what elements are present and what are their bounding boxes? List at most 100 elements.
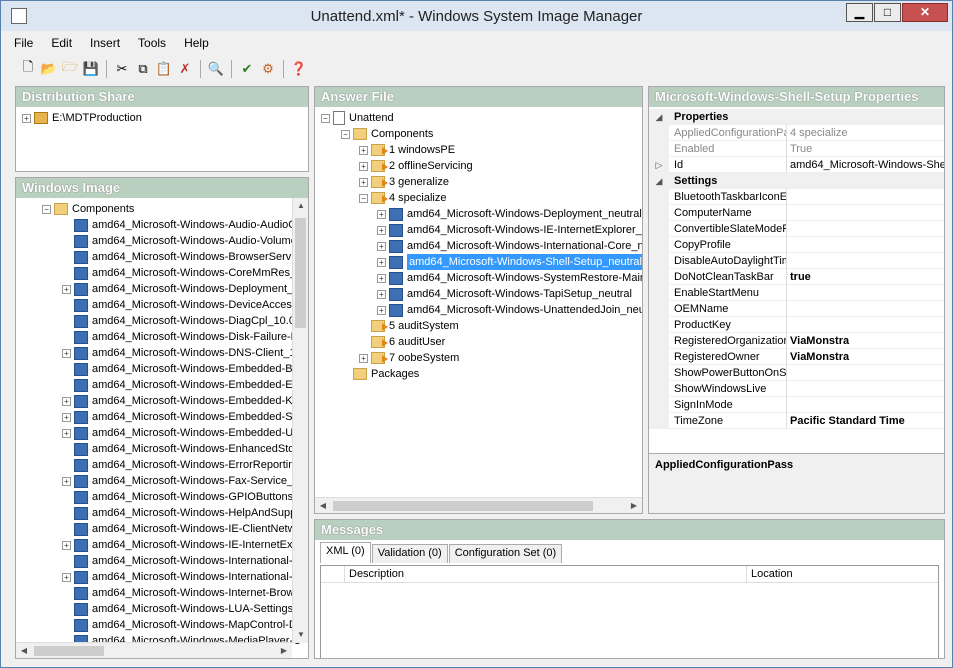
expand-icon[interactable]: + xyxy=(62,284,71,294)
component-item[interactable]: amd64_Microsoft-Windows-EnhancedSto xyxy=(62,441,308,457)
horizontal-scrollbar[interactable]: ◀ ▶ xyxy=(315,497,642,513)
component-item[interactable]: amd64_Microsoft-Windows-MapControl-D xyxy=(62,617,308,633)
pass-node[interactable]: − 4 specialize xyxy=(359,190,642,206)
unattend-root[interactable]: − Unattend xyxy=(321,110,642,126)
pass-node[interactable]: +7 oobeSystem xyxy=(359,350,642,366)
expand-icon[interactable]: + xyxy=(22,113,31,123)
component-item[interactable]: + amd64_Microsoft-Windows-International-C xyxy=(62,569,308,585)
property-row[interactable]: EnableStartMenu xyxy=(649,285,944,301)
property-value[interactable] xyxy=(787,317,944,333)
property-value[interactable]: 4 specialize xyxy=(787,125,944,141)
scroll-up-icon[interactable]: ▲ xyxy=(293,198,308,214)
menu-tools[interactable]: Tools xyxy=(129,34,175,54)
property-value[interactable] xyxy=(787,253,944,269)
expand-icon[interactable]: + xyxy=(377,289,386,299)
component-item[interactable]: + amd64_Microsoft-Windows-DNS-Client_1 xyxy=(62,345,308,361)
property-row[interactable]: TimeZone Pacific Standard Time xyxy=(649,413,944,429)
property-row[interactable]: Enabled True xyxy=(649,141,944,157)
pass-node[interactable]: +2 offlineServicing xyxy=(359,158,642,174)
property-row[interactable]: CopyProfile xyxy=(649,237,944,253)
menu-file[interactable]: File xyxy=(5,34,42,54)
expand-icon[interactable]: + xyxy=(359,353,368,363)
cut-icon[interactable]: ✂ xyxy=(113,60,131,78)
menu-insert[interactable]: Insert xyxy=(81,34,129,54)
collapse-icon[interactable]: − xyxy=(359,193,368,203)
property-value[interactable] xyxy=(787,397,944,413)
expand-icon[interactable]: + xyxy=(359,145,368,155)
scroll-thumb[interactable] xyxy=(34,646,104,656)
collapse-icon[interactable]: − xyxy=(42,204,51,214)
open-folder-icon[interactable]: 🗁 xyxy=(61,59,79,78)
delete-icon[interactable]: ✗ xyxy=(176,60,194,78)
vertical-scrollbar[interactable]: ▲ ▼ xyxy=(292,198,308,643)
horizontal-scrollbar[interactable]: ◀ ▶ xyxy=(16,642,292,658)
scroll-right-icon[interactable]: ▶ xyxy=(276,643,292,658)
close-button[interactable]: ✕ xyxy=(902,3,948,22)
scroll-left-icon[interactable]: ◀ xyxy=(315,498,331,513)
component-item[interactable]: amd64_Microsoft-Windows-LUA-Settings_ xyxy=(62,601,308,617)
property-row[interactable]: DisableAutoDaylightTim xyxy=(649,253,944,269)
collapse-icon[interactable]: ◢ xyxy=(649,173,669,189)
expand-icon[interactable]: + xyxy=(377,305,386,315)
component-item[interactable]: amd64_Microsoft-Windows-Embedded-Er xyxy=(62,377,308,393)
component-item[interactable]: amd64_Microsoft-Windows-HelpAndSupp xyxy=(62,505,308,521)
help-icon[interactable]: ❓ xyxy=(290,60,308,78)
property-row[interactable]: OEMName xyxy=(649,301,944,317)
property-row[interactable]: ShowPowerButtonOnSta xyxy=(649,365,944,381)
answer-component-item[interactable]: + amd64_Microsoft-Windows-UnattendedJoin_… xyxy=(377,302,642,318)
scroll-thumb[interactable] xyxy=(295,218,306,328)
component-item[interactable]: + amd64_Microsoft-Windows-Fax-Service_ xyxy=(62,473,308,489)
component-item[interactable]: + amd64_Microsoft-Windows-Embedded-Ur xyxy=(62,425,308,441)
component-item[interactable]: amd64_Microsoft-Windows-ErrorReporting xyxy=(62,457,308,473)
answer-component-item[interactable]: + amd64_Microsoft-Windows-International-C… xyxy=(377,238,642,254)
pass-node[interactable]: 6 auditUser xyxy=(359,334,642,350)
property-value[interactable]: True xyxy=(787,141,944,157)
scroll-right-icon[interactable]: ▶ xyxy=(626,498,642,513)
component-item[interactable]: + amd64_Microsoft-Windows-Embedded-Sh xyxy=(62,409,308,425)
expand-icon[interactable]: + xyxy=(377,257,386,267)
property-row[interactable]: ComputerName xyxy=(649,205,944,221)
component-item[interactable]: amd64_Microsoft-Windows-Disk-Failure-D xyxy=(62,329,308,345)
component-item[interactable]: amd64_Microsoft-Windows-Internet-Brows xyxy=(62,585,308,601)
expand-icon[interactable]: + xyxy=(377,273,386,283)
property-row[interactable]: ConvertibleSlateModePr xyxy=(649,221,944,237)
menu-edit[interactable]: Edit xyxy=(42,34,81,54)
open-icon[interactable]: 📂 xyxy=(40,60,58,78)
expand-icon[interactable]: + xyxy=(359,161,368,171)
distribution-share-root[interactable]: + E:\MDTProduction xyxy=(22,110,308,126)
property-value[interactable]: amd64_Microsoft-Windows-Shel xyxy=(787,157,944,173)
property-row[interactable]: ▷ Id amd64_Microsoft-Windows-Shel xyxy=(649,157,944,173)
property-row[interactable]: SignInMode xyxy=(649,397,944,413)
answer-component-item[interactable]: + amd64_Microsoft-Windows-SystemRestore-M… xyxy=(377,270,642,286)
expand-icon[interactable]: + xyxy=(62,396,71,406)
expand-icon[interactable]: + xyxy=(377,225,386,235)
column-location[interactable]: Location xyxy=(747,566,938,582)
expand-icon[interactable]: + xyxy=(62,572,71,582)
collapse-icon[interactable]: − xyxy=(341,129,350,139)
validate-icon[interactable]: ✔ xyxy=(238,60,256,78)
settings-category[interactable]: ◢ Settings xyxy=(649,173,944,189)
expand-icon[interactable]: + xyxy=(377,209,386,219)
component-item[interactable]: amd64_Microsoft-Windows-GPIOButtons_ xyxy=(62,489,308,505)
property-value[interactable] xyxy=(787,285,944,301)
tab-validation[interactable]: Validation (0) xyxy=(371,544,448,563)
property-row[interactable]: DoNotCleanTaskBar true xyxy=(649,269,944,285)
answer-component-item[interactable]: + amd64_Microsoft-Windows-Deployment_neut… xyxy=(377,206,642,222)
packages-node[interactable]: Packages xyxy=(353,366,642,382)
expand-icon[interactable]: + xyxy=(62,348,71,358)
expand-icon[interactable]: + xyxy=(62,540,71,550)
scroll-left-icon[interactable]: ◀ xyxy=(16,643,32,658)
property-value[interactable]: ViaMonstra xyxy=(787,333,944,349)
pass-node[interactable]: 5 auditSystem xyxy=(359,318,642,334)
property-row[interactable]: BluetoothTaskbarIconEn xyxy=(649,189,944,205)
property-value[interactable]: ViaMonstra xyxy=(787,349,944,365)
components-node[interactable]: − Components xyxy=(42,201,308,217)
component-item[interactable]: amd64_Microsoft-Windows-Audio-Volume xyxy=(62,233,308,249)
property-value[interactable] xyxy=(787,301,944,317)
answer-component-item[interactable]: + amd64_Microsoft-Windows-Shell-Setup_neu… xyxy=(377,254,642,270)
tab-xml[interactable]: XML (0) xyxy=(320,542,371,563)
property-value[interactable] xyxy=(787,189,944,205)
property-row[interactable]: ProductKey xyxy=(649,317,944,333)
scroll-down-icon[interactable]: ▼ xyxy=(293,627,308,643)
property-value[interactable] xyxy=(787,365,944,381)
